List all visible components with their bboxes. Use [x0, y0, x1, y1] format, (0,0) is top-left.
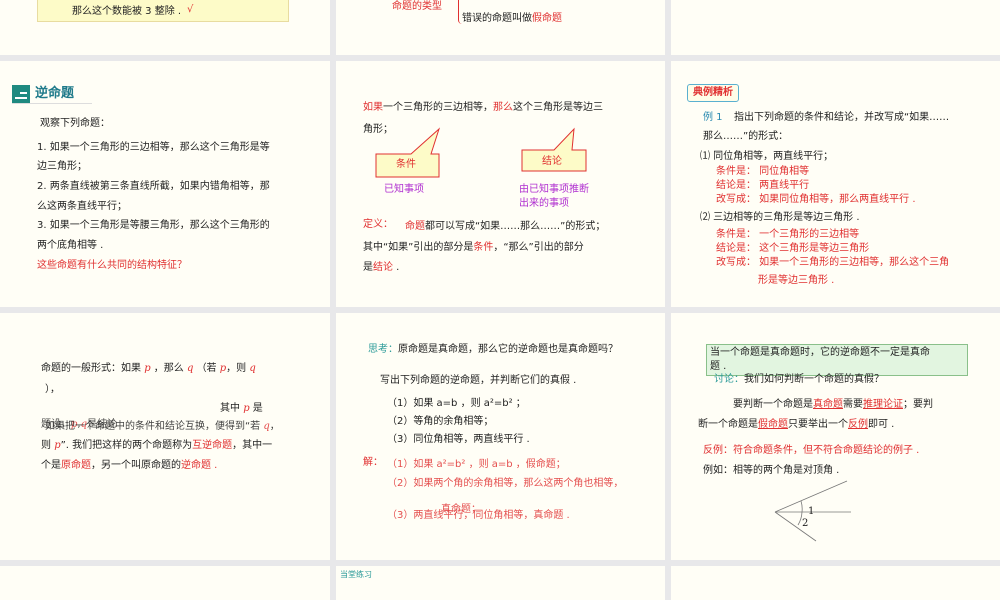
- angle-1-label: 1: [808, 506, 814, 517]
- answer-line: 改写成： 如果一个三角形的三边相等，那么这个三角: [716, 257, 950, 268]
- intro: 观察下列命题：: [40, 118, 110, 129]
- solution: （2）如果两个角的余角相等，那么这两个角也相等，: [387, 478, 624, 489]
- item-line: 两个底角相等 .: [37, 240, 104, 251]
- item: （2）等角的余角相等；: [387, 416, 494, 427]
- question-2: ⑵ 三边相等的三角形是等边三角形 .: [700, 212, 860, 223]
- section-title: 逆命题: [35, 86, 75, 101]
- example-text: 那么……”的形式：: [703, 131, 789, 142]
- definition-line: 其中“如果”引出的部分是条件，“那么”引出的部分: [363, 242, 584, 253]
- slide-3[interactable]: [671, 0, 1000, 55]
- slide-think[interactable]: 思考：原命题是真命题，那么它的逆命题也是真命题吗？ 写出下列命题的逆命题，并判断…: [336, 313, 665, 560]
- slide-general-form[interactable]: 命题的一般形式：如果 p ，那么 q （若 p，则 q ）， 其中 p 是 题设…: [0, 313, 330, 560]
- slide-12[interactable]: [671, 566, 1000, 600]
- answer-line: 结论是： 这个三角形是等边三角形: [716, 243, 870, 254]
- condition-label: 条件: [396, 159, 416, 170]
- general-form-line: 个是原命题，另一个叫原命题的逆命题 .: [41, 460, 218, 471]
- slide-converse[interactable]: 逆命题 观察下列命题： 1. 如果一个三角形的三边相等，那么这个三角形是等 边三…: [0, 61, 330, 307]
- false-proposition-def: 错误的命题叫做假命题: [462, 13, 562, 24]
- think-line: 思考：原命题是真命题，那么它的逆命题也是真命题吗？: [368, 344, 618, 355]
- general-form-line: ），: [45, 384, 60, 395]
- title-underline: [12, 103, 92, 104]
- slide-1[interactable]: 那么这个数能被 3 整除 . √: [0, 0, 330, 55]
- item-line: 2. 两条直线被第三条直线所截，如果内错角相等，那: [37, 181, 270, 192]
- definition-line: 是结论 .: [363, 262, 400, 273]
- answer-line: 改写成： 如果同位角相等，那么两直线平行 .: [716, 194, 916, 205]
- example-number: 例 1: [703, 112, 723, 123]
- angle-2-label: 2: [802, 518, 808, 529]
- conclusion-label: 结论: [542, 156, 562, 167]
- solution: （3）两直线平行，同位角相等，真命题 .: [387, 510, 570, 521]
- example-text: 指出下列命题的条件和结论，并改写成“如果……: [734, 112, 950, 123]
- check-icon: √: [187, 4, 194, 15]
- general-form-line: 如果把一个命题中的条件和结论互换，便得到“若 q，: [45, 421, 280, 432]
- slide-example[interactable]: 典例精析 例 1 指出下列命题的条件和结论，并改写成“如果…… 那么……”的形式…: [671, 61, 1000, 307]
- slide-discussion[interactable]: 当一个命题是真命题时，它的逆命题不一定是真命 题 . 讨论：我们如何判断一个命题…: [671, 313, 1000, 560]
- item-line: 1. 如果一个三角形的三边相等，那么这个三角形是等: [37, 142, 270, 153]
- section-icon: [12, 85, 30, 103]
- task: 写出下列命题的逆命题，并判断它们的真假 .: [380, 375, 577, 386]
- angle-diagram: 1 2: [774, 480, 851, 542]
- slide-2[interactable]: 命题的类型 错误的命题叫做假命题: [336, 0, 665, 55]
- answer-line: 结论是： 两直线平行: [716, 180, 810, 191]
- condition-desc: 已知事项: [384, 184, 424, 195]
- solution: （1）如果 a²=b² ，则 a=b ，假命题；: [387, 459, 566, 470]
- slide-definition[interactable]: 如果一个三角形的三边相等，那么这个三角形是等边三 角形； 条件 结论 已知事项 …: [336, 61, 665, 307]
- slide-10[interactable]: [0, 566, 330, 600]
- item-line: 边三角形；: [37, 161, 87, 172]
- general-form-line: 则 p”. 我们把这样的两个命题称为互逆命题，其中一: [41, 440, 273, 451]
- item-line: 3. 如果一个三角形是等腰三角形，那么这个三角形的: [37, 220, 270, 231]
- general-form-line: 其中 p 是: [220, 403, 263, 414]
- answer-line: 形是等边三角形 .: [758, 275, 835, 286]
- question: 这些命题有什么共同的结构特征？: [37, 260, 187, 271]
- solution-label: 解：: [363, 457, 383, 468]
- statement-text: 那么这个数能被 3 整除 .: [72, 6, 182, 17]
- general-form-line: 命题的一般形式：如果 p ，那么 q （若 p，则 q: [41, 363, 256, 374]
- definition-label: 定义：: [363, 219, 393, 230]
- conclusion-desc: 出来的事项: [519, 198, 569, 209]
- answer-line: 条件是： 一个三角形的三边相等: [716, 229, 860, 240]
- item: （1）如果 a=b ，则 a²=b² ；: [387, 398, 526, 409]
- conclusion-desc: 由已知事项推断: [519, 184, 589, 195]
- item: （3）同位角相等，两直线平行 .: [387, 434, 530, 445]
- answer-line: 条件是： 同位角相等: [716, 166, 810, 177]
- question-1: ⑴ 同位角相等，两直线平行；: [700, 151, 834, 162]
- practice-title: 当堂练习: [340, 570, 372, 579]
- proposition-types-label: 命题的类型: [392, 1, 442, 12]
- item-line: 么这两条直线平行；: [37, 201, 127, 212]
- slide-practice[interactable]: 当堂练习: [336, 566, 665, 600]
- example-badge: 典例精析: [687, 84, 739, 102]
- definition-line: 命题都可以写成“如果……那么……”的形式；: [405, 221, 606, 232]
